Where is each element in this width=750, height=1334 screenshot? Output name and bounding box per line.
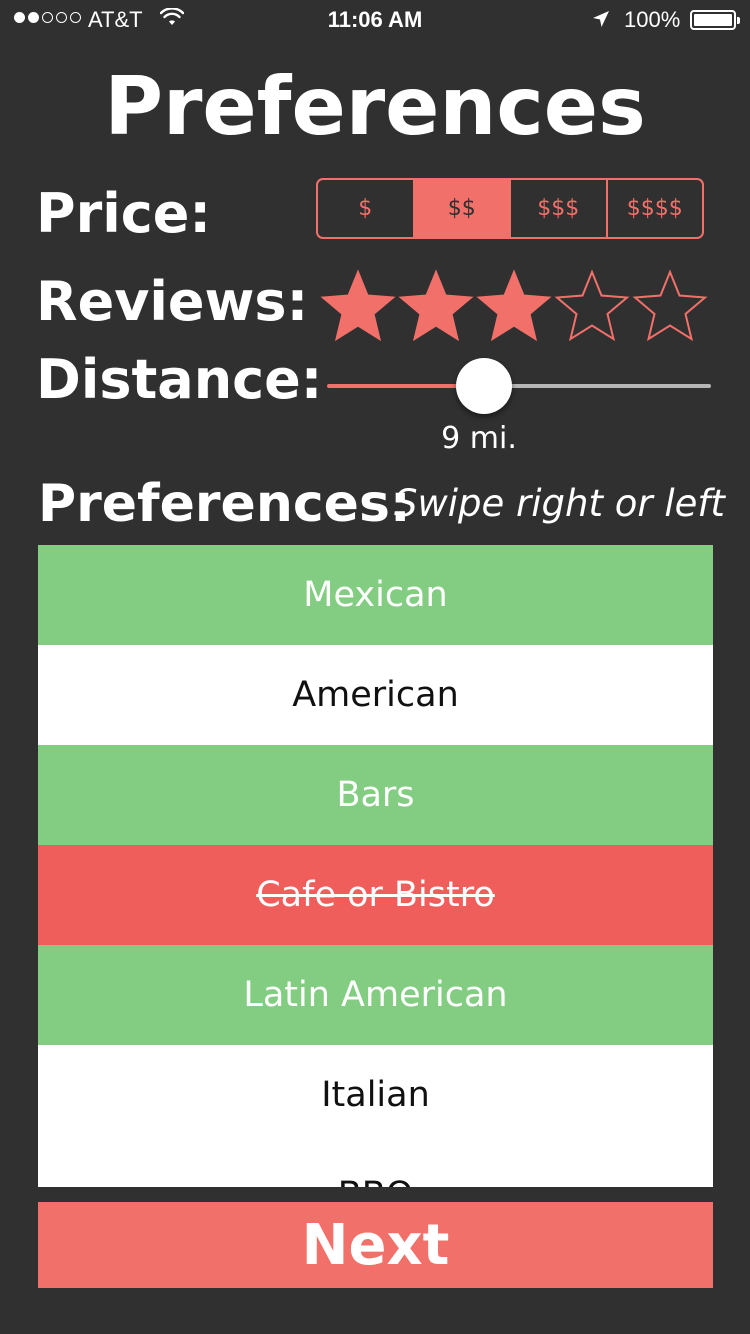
slider-track-remaining	[484, 384, 711, 388]
price-option[interactable]: $$$$	[605, 180, 703, 237]
price-segmented-control[interactable]: $ $$ $$$ $$$$	[316, 178, 704, 239]
preference-item-label: Cafe or Bistro	[256, 875, 495, 915]
preference-item-label: Mexican	[303, 575, 448, 615]
preferences-hint: Swipe right or left	[394, 482, 725, 525]
battery-icon	[690, 10, 740, 30]
star-empty-icon[interactable]	[554, 268, 630, 344]
preference-item[interactable]: BBQ	[38, 1145, 713, 1187]
preference-item[interactable]: American	[38, 645, 713, 745]
next-button[interactable]: Next	[38, 1202, 713, 1288]
price-option[interactable]: $$	[412, 180, 509, 237]
slider-thumb[interactable]	[456, 358, 512, 414]
preference-item-label: Bars	[336, 775, 415, 815]
review-rating-stars[interactable]	[320, 268, 708, 344]
star-filled-icon[interactable]	[398, 268, 474, 344]
preference-item-label: American	[292, 675, 459, 715]
distance-value: 9 mi.	[441, 421, 517, 456]
distance-label: Distance:	[36, 348, 323, 411]
preference-item[interactable]: Italian	[38, 1045, 713, 1145]
star-filled-icon[interactable]	[320, 268, 396, 344]
price-option[interactable]: $	[318, 180, 413, 237]
preferences-label: Preferences:	[38, 474, 411, 534]
preference-list[interactable]: Mexican American Bars Cafe or Bistro Latin A…	[38, 545, 713, 1187]
location-arrow-icon	[591, 9, 611, 35]
price-option[interactable]: $$$	[509, 180, 606, 237]
preference-item[interactable]: Cafe or Bistro	[38, 845, 713, 945]
page-title: Preferences	[104, 60, 646, 153]
status-bar: AT&T 11:06 AM 100%	[0, 0, 750, 40]
battery-percent: 100%	[624, 7, 681, 32]
preference-item-label: Italian	[321, 1075, 430, 1115]
price-label: Price:	[36, 182, 211, 245]
preference-item-label: BBQ	[338, 1175, 414, 1187]
star-filled-icon[interactable]	[476, 268, 552, 344]
preference-item[interactable]: Mexican	[38, 545, 713, 645]
preference-item-label: Latin American	[243, 975, 508, 1015]
star-empty-icon[interactable]	[632, 268, 708, 344]
preference-item[interactable]: Bars	[38, 745, 713, 845]
preference-item[interactable]: Latin American	[38, 945, 713, 1045]
reviews-label: Reviews:	[36, 270, 309, 333]
distance-slider[interactable]	[327, 358, 711, 414]
